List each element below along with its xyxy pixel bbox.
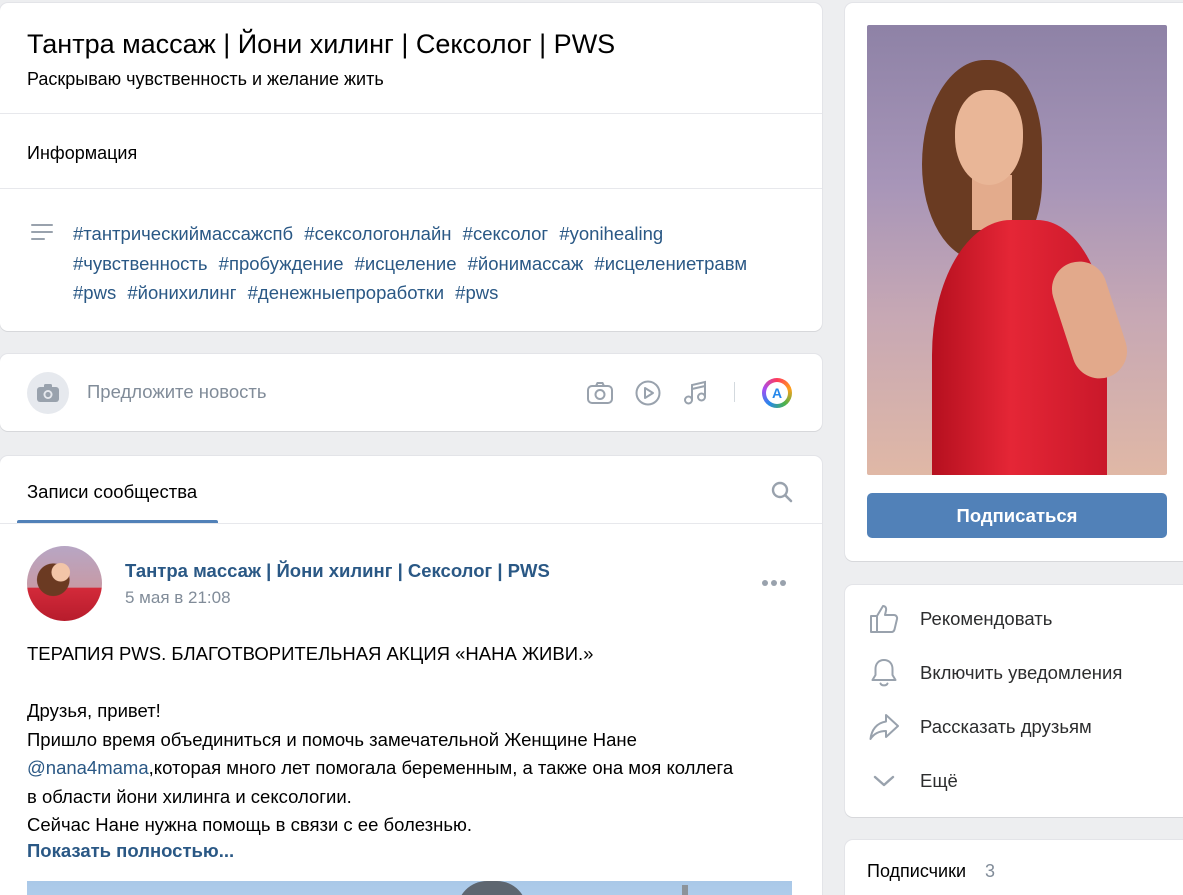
group-status: Раскрываю чувственность и желание жить <box>27 69 384 89</box>
chevron-down-icon <box>873 775 895 787</box>
description-icon <box>31 224 53 242</box>
notifications-action[interactable]: Включить уведомления <box>867 655 1122 691</box>
group-header-card: Тантра массаж | Йони хилинг | Сексолог |… <box>0 3 822 331</box>
thumbs-up-icon <box>870 605 899 633</box>
tab-community-posts[interactable]: Записи сообщества <box>27 481 197 503</box>
post-author-avatar[interactable] <box>27 546 102 621</box>
post-greeting: Друзья, привет! <box>27 700 161 721</box>
post-line: ,которая много лет помогала беременным, … <box>148 757 734 778</box>
info-section-label: Информация <box>27 143 138 163</box>
ai-assistant-button[interactable]: A <box>762 378 792 408</box>
hashtag-link[interactable]: #сексолог <box>463 223 549 244</box>
share-icon <box>869 714 899 740</box>
hashtag-link[interactable]: #денежныепроработки <box>248 282 444 303</box>
hashtag-link[interactable]: #исцелениетравм <box>594 253 747 274</box>
music-icon[interactable] <box>682 379 710 407</box>
search-icon[interactable] <box>770 480 794 504</box>
hashtag-link[interactable]: #йонимассаж <box>468 253 584 274</box>
suggest-news-input[interactable]: Предложите новость <box>87 381 267 403</box>
hashtag-link[interactable]: #yonihealing <box>559 223 663 244</box>
post-text: ТЕРАПИЯ PWS. БЛАГОТВОРИТЕЛЬНАЯ АКЦИЯ «НА… <box>27 640 797 840</box>
post-more-menu-icon[interactable] <box>762 580 786 586</box>
divider <box>0 523 822 524</box>
post-line: Сейчас Нане нужна помощь в связи с ее бо… <box>27 814 473 835</box>
post-line: Пришло время объединиться и помочь замеч… <box>27 728 637 750</box>
followers-count: 3 <box>985 861 996 881</box>
group-actions-card: Рекомендовать Включить уведомления Расск… <box>845 585 1183 817</box>
divider <box>0 113 822 114</box>
community-feed-card: Записи сообщества Тантра массаж | Йони х… <box>0 456 822 895</box>
action-label: Ещё <box>920 770 958 791</box>
hashtag-link[interactable]: #pws <box>455 282 498 303</box>
toolbar-separator <box>734 382 735 402</box>
hashtag-link[interactable]: #йонихилинг <box>127 282 236 303</box>
ai-assistant-label: A <box>766 382 788 404</box>
followers-label: Подписчики <box>867 861 967 881</box>
followers-card[interactable]: Подписчики 3 <box>845 840 1183 895</box>
share-action[interactable]: Рассказать друзьям <box>867 709 1092 745</box>
bell-icon <box>871 659 897 687</box>
post-line: в области йони хилинга и сексологии. <box>27 785 352 807</box>
hashtag-link[interactable]: #тантрическиймассажспб <box>73 223 293 244</box>
post-image[interactable] <box>27 881 792 895</box>
post-author-link[interactable]: Тантра массаж | Йони хилинг | Сексолог |… <box>125 560 550 582</box>
suggest-post-card: Предложите новость A <box>0 354 822 431</box>
action-label: Включить уведомления <box>920 662 1123 683</box>
more-action[interactable]: Ещё <box>867 763 958 799</box>
post-headline: ТЕРАПИЯ PWS. БЛАГОТВОРИТЕЛЬНАЯ АКЦИЯ «НА… <box>27 643 594 664</box>
mention-link[interactable]: @nana4mama <box>27 757 149 778</box>
post-date[interactable]: 5 мая в 21:08 <box>125 588 231 608</box>
suggest-avatar <box>27 372 69 414</box>
hashtag-link[interactable]: #чувственность <box>73 253 208 274</box>
hashtag-link[interactable]: #исцеление <box>355 253 457 274</box>
hashtag-list: #тантрическиймассажспб #сексологонлайн #… <box>73 219 793 308</box>
group-cover-card: Подписаться <box>845 3 1183 561</box>
camera-icon <box>37 384 59 402</box>
show-more-link[interactable]: Показать полностью... <box>27 840 234 862</box>
subscribe-button[interactable]: Подписаться <box>867 493 1167 538</box>
hashtag-link[interactable]: #пробуждение <box>219 253 344 274</box>
recommend-action[interactable]: Рекомендовать <box>867 601 1052 637</box>
divider <box>0 188 822 189</box>
hashtag-link[interactable]: #сексологонлайн <box>304 223 451 244</box>
group-title: Тантра массаж | Йони хилинг | Сексолог |… <box>27 29 616 59</box>
photo-icon[interactable] <box>586 379 614 407</box>
action-label: Рассказать друзьям <box>920 716 1092 737</box>
group-cover-photo[interactable] <box>867 25 1167 475</box>
hashtag-link[interactable]: #pws <box>73 282 116 303</box>
video-icon[interactable] <box>634 379 662 407</box>
action-label: Рекомендовать <box>920 608 1053 629</box>
